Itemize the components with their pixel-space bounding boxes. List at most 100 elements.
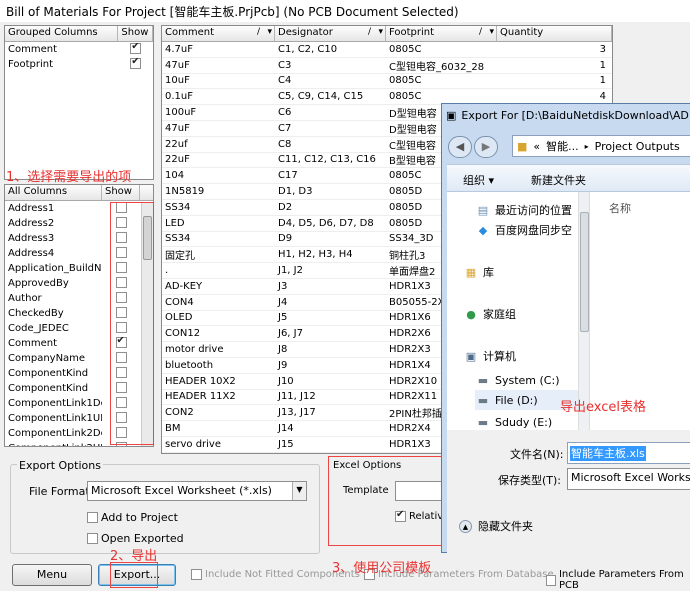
back-button[interactable]: ◀ <box>448 136 472 158</box>
bom-col-footprint[interactable]: Footprint / ▾ <box>386 26 497 41</box>
bom-cell-designator: C4 <box>278 75 292 87</box>
all-column-name: ComponentKind <box>8 383 89 394</box>
filetype-select[interactable]: Microsoft Excel Works <box>567 468 690 490</box>
bom-cell-designator: J3 <box>278 280 288 292</box>
relative-checkbox[interactable]: Relativ <box>395 509 444 522</box>
relative-box[interactable] <box>395 509 406 522</box>
filename-input[interactable]: 智能车主板.xls <box>567 442 690 464</box>
bom-cell-footprint: 0805C <box>389 91 422 103</box>
dialog-toolbar: 组织 ▾ 新建文件夹 <box>447 164 690 192</box>
grouped-column-show-cell <box>118 42 153 57</box>
bom-cell-designator: J6, J7 <box>278 328 303 340</box>
bom-cell-comment: motor drive <box>165 344 224 356</box>
bom-cell-designator: H1, H2, H3, H4 <box>278 249 353 261</box>
all-column-name: Address1 <box>8 203 55 214</box>
new-folder-button[interactable]: 新建文件夹 <box>531 172 586 188</box>
bom-grid-header: Comment / ▾ Designator / ▾ Footprint / ▾ Quant… <box>162 26 612 42</box>
all-columns-col-show[interactable]: Show <box>102 185 140 200</box>
bom-cell-comment: 4.7uF <box>165 43 193 55</box>
name-column-header[interactable]: 名称 <box>609 200 631 216</box>
bom-cell-designator: J8 <box>278 344 288 356</box>
nav-item[interactable]: ▦ 库 <box>463 262 494 282</box>
bom-col-comment[interactable]: Comment / ▾ <box>162 26 275 41</box>
bom-cell-comment: AD-KEY <box>165 280 203 292</box>
bom-row[interactable]: 10uF C4 0805C 1 <box>162 74 612 90</box>
all-columns-header: All Columns Show <box>5 185 153 201</box>
bom-cell-comment: 固定孔 <box>165 251 195 263</box>
computer-icon: ▣ <box>465 349 477 363</box>
export-options-legend: Export Options <box>17 459 103 472</box>
nav-item[interactable]: ● 家庭组 <box>463 304 516 324</box>
bom-cell-designator: D4, D5, D6, D7, D8 <box>278 217 374 229</box>
nav-item[interactable]: ▣ 计算机 <box>463 346 516 366</box>
bom-col-quantity[interactable]: Quantity <box>497 26 612 41</box>
add-to-project-box[interactable] <box>87 512 98 523</box>
add-to-project-label: Add to Project <box>101 511 178 524</box>
nav-item-label: System (C:) <box>495 373 560 387</box>
menu-button[interactable]: Menu <box>12 564 92 586</box>
bom-row[interactable]: 4.7uF C1, C2, C10 0805C 3 <box>162 42 612 58</box>
drive-icon: ▬ <box>477 373 489 387</box>
add-to-project-checkbox[interactable]: Add to Project <box>87 511 178 524</box>
pcb-params-box[interactable] <box>546 574 556 586</box>
grouped-columns-col-name[interactable]: Grouped Columns <box>5 26 119 41</box>
nav-item[interactable]: ◆ 百度网盘同步空 <box>475 220 572 240</box>
bom-row[interactable]: 47uF C3 C型钽电容_6032_28 1 <box>162 58 612 74</box>
bom-cell-designator: C11, C12, C13, C16 <box>278 154 376 166</box>
bom-cell-comment: CON12 <box>165 328 201 340</box>
bom-cell-designator: D2 <box>278 201 293 213</box>
nav-scrollbar[interactable] <box>578 192 589 430</box>
show-checkbox[interactable] <box>130 42 142 54</box>
breadcrumb-overflow[interactable]: « <box>533 140 540 153</box>
back-arrow-icon: ◀ <box>455 140 465 153</box>
organize-button[interactable]: 组织 ▾ <box>463 172 494 188</box>
nav-item[interactable]: ▬ System (C:) <box>475 370 560 390</box>
breadcrumb-parent[interactable]: 智能... <box>546 138 579 154</box>
all-column-name: ApprovedBy <box>8 278 69 289</box>
grouped-column-row[interactable]: Footprint <box>5 57 153 72</box>
hide-folders-toggle[interactable]: ▲ 隐藏文件夹 <box>459 518 533 534</box>
open-exported-box[interactable] <box>87 533 98 544</box>
bom-cell-designator: C17 <box>278 170 298 182</box>
pcb-params-checkbox[interactable]: Include Parameters From PCB <box>546 569 690 591</box>
bom-cell-comment: CON2 <box>165 407 194 419</box>
bom-cell-designator: J13, J17 <box>278 407 316 419</box>
nav-pane: ▤ 最近访问的位置 ◆ 百度网盘同步空 ▦ 库 ● 家庭组 ▣ 计算机 ▬ System (C:) ▬ F… <box>447 192 590 430</box>
bom-cell-designator: C3 <box>278 59 292 71</box>
nav-item[interactable]: ▬ Sdudy (E:) <box>475 412 552 430</box>
recent-icon: ▤ <box>477 203 489 217</box>
bom-cell-comment: 22uf <box>165 138 188 150</box>
bom-cell-designator: J9 <box>278 359 288 371</box>
forward-button[interactable]: ▶ <box>474 136 498 158</box>
all-columns-col-name[interactable]: All Columns <box>5 185 102 200</box>
bom-cell-comment: 1N5819 <box>165 186 205 198</box>
bom-cell-comment: servo drive <box>165 438 221 450</box>
bom-cell-designator: C8 <box>278 138 292 150</box>
grouped-column-row[interactable]: Comment <box>5 42 153 57</box>
breadcrumb[interactable]: ■ « 智能... ▸ Project Outputs <box>512 135 690 157</box>
not-fitted-box[interactable] <box>191 569 202 580</box>
bom-cell-quantity: 1 <box>599 59 606 71</box>
bom-col-designator[interactable]: Designator / ▾ <box>275 26 386 41</box>
open-exported-checkbox[interactable]: Open Exported <box>87 532 184 545</box>
grouped-columns-col-show[interactable]: Show <box>118 26 153 41</box>
bom-cell-footprint: 0805C <box>389 75 422 87</box>
bom-cell-comment: 104 <box>165 170 185 182</box>
homegroup-icon: ● <box>466 307 476 321</box>
bom-cell-comment: SS34 <box>165 233 191 245</box>
breadcrumb-sep: ▸ <box>584 141 589 151</box>
relative-label: Relativ <box>409 511 444 522</box>
file-format-select[interactable]: Microsoft Excel Worksheet (*.xls) ▼ <box>87 481 307 501</box>
nav-item-label: 计算机 <box>483 350 516 363</box>
drive-icon: ▬ <box>477 415 489 429</box>
breadcrumb-current[interactable]: Project Outputs <box>595 140 680 153</box>
step1-highlight <box>110 202 154 445</box>
bom-cell-designator: C5, C9, C14, C15 <box>278 91 364 103</box>
bom-cell-comment: 22uF <box>165 154 190 166</box>
nav-item-label: File (D:) <box>495 393 538 407</box>
bom-cell-comment: . <box>165 265 169 277</box>
show-checkbox[interactable] <box>130 57 142 69</box>
all-column-name: Author <box>8 293 42 304</box>
chevron-down-icon: ▼ <box>292 482 306 500</box>
nav-item[interactable]: ▤ 最近访问的位置 <box>475 200 572 220</box>
